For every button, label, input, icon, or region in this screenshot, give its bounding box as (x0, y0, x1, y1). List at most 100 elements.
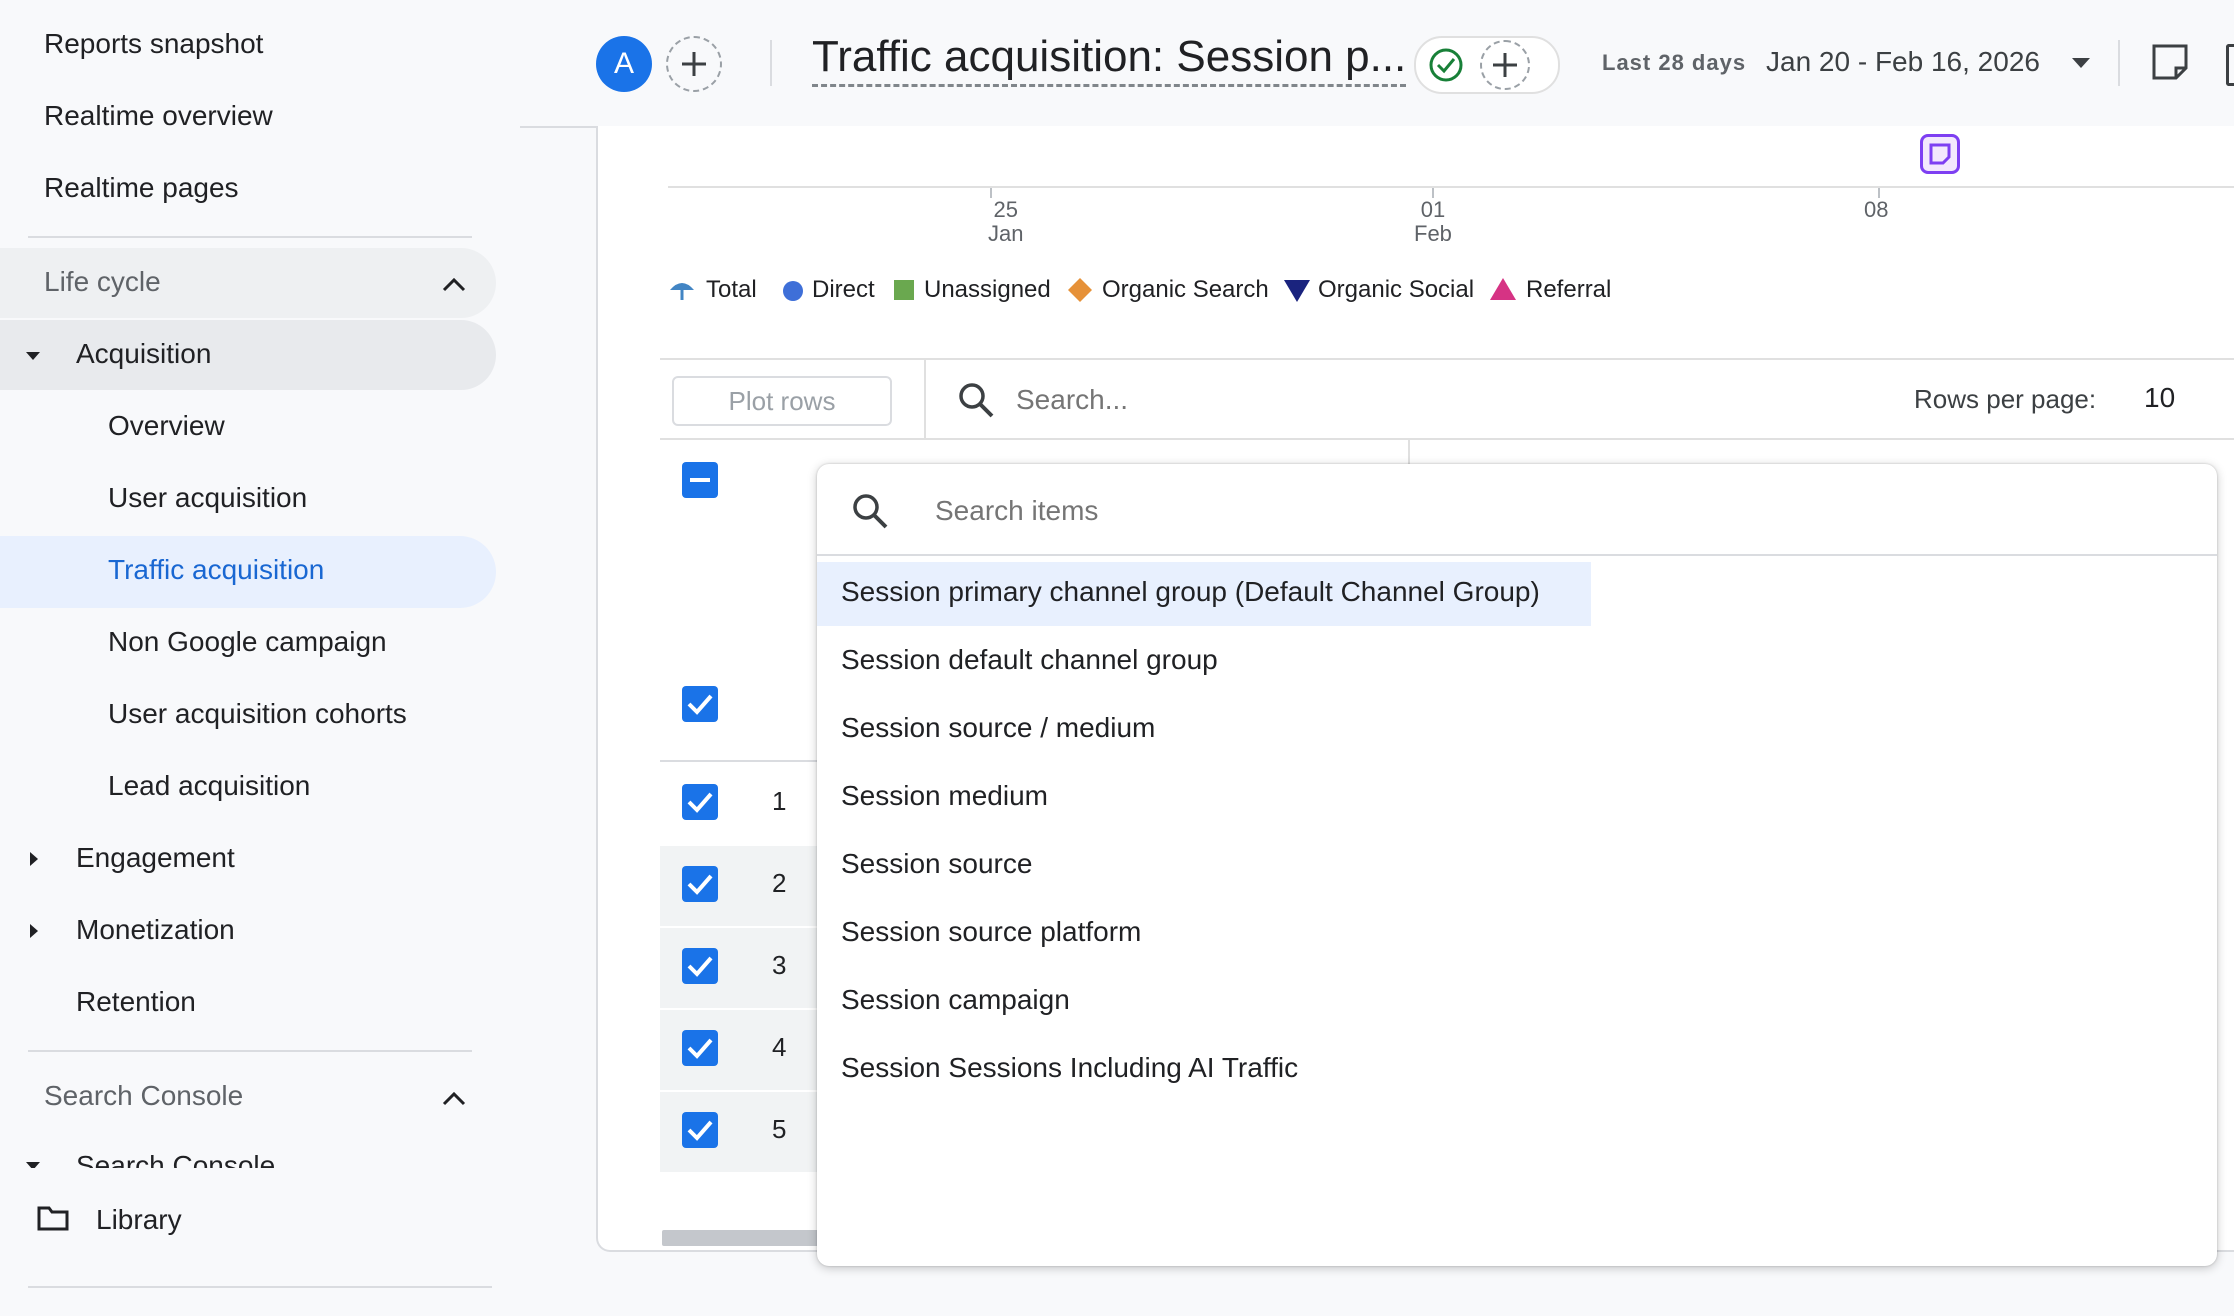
nav-divider (28, 236, 472, 238)
folder-icon (37, 1206, 69, 1231)
nav-reports-snapshot[interactable]: Reports snapshot (44, 28, 263, 60)
nav-overview[interactable]: Overview (108, 410, 225, 442)
nav-search-console-child-clip: Search Console (0, 1144, 496, 1168)
legend-organic-social[interactable]: Organic Social (1318, 276, 1474, 304)
dropdown-divider (817, 554, 2217, 556)
nav-engagement[interactable]: Engagement (76, 842, 235, 874)
title-actions-pill (1414, 36, 1560, 94)
row-divider (660, 760, 820, 762)
row-checkbox[interactable] (682, 1030, 718, 1066)
caret-down-icon (26, 352, 40, 360)
date-range-value[interactable]: Jan 20 - Feb 16, 2026 (1766, 46, 2040, 78)
nav-divider (28, 1286, 492, 1288)
row-number: 4 (772, 1032, 787, 1062)
page-title[interactable]: Traffic acquisition: Session p... (812, 30, 1407, 87)
check-circle-icon[interactable] (1428, 47, 1464, 83)
nav-non-google-campaign[interactable]: Non Google campaign (108, 626, 387, 658)
nav-library[interactable]: Library (96, 1204, 182, 1236)
table-search-input[interactable] (1014, 378, 1418, 422)
caret-right-icon (30, 852, 38, 866)
row-number: 3 (772, 950, 787, 980)
nav-acquisition-label: Acquisition (76, 338, 212, 369)
legend-unassigned[interactable]: Unassigned (924, 276, 1051, 304)
table-toolbar-border (660, 438, 2234, 440)
legend-direct-icon (783, 281, 803, 301)
nav-monetization[interactable]: Monetization (76, 914, 235, 946)
avatar[interactable]: A (596, 36, 652, 92)
legend-total[interactable]: Total (706, 276, 757, 304)
nav-retention[interactable]: Retention (76, 986, 196, 1018)
legend-organic-search[interactable]: Organic Search (1102, 276, 1269, 304)
row-checkbox[interactable] (682, 866, 718, 902)
add-filter-button[interactable] (1480, 40, 1530, 90)
x-tick-label: 25 Jan (988, 197, 1024, 246)
check-icon (687, 694, 713, 715)
add-comparison-button[interactable] (666, 36, 722, 92)
check-icon (687, 956, 713, 977)
legend-unassigned-icon (894, 280, 914, 300)
header-divider (2118, 40, 2120, 86)
legend-organic-search-icon (1068, 278, 1092, 302)
search-icon (959, 383, 994, 418)
table-top-border (660, 358, 2234, 360)
caret-right-icon (30, 924, 38, 938)
sidebar: Reports snapshot Realtime overview Realt… (0, 0, 520, 1316)
nav-acquisition[interactable] (0, 320, 496, 390)
legend-referral[interactable]: Referral (1526, 276, 1611, 304)
minus-icon (690, 478, 710, 482)
annotation-marker[interactable] (1920, 134, 1960, 174)
header-checkbox[interactable] (682, 686, 718, 722)
insights-note-icon[interactable] (2150, 42, 2190, 82)
search-icon (853, 494, 888, 529)
chevron-up-icon[interactable] (440, 272, 468, 296)
legend-referral-icon (1490, 278, 1516, 300)
chevron-up-icon[interactable] (440, 1086, 468, 1110)
note-icon (1929, 143, 1951, 165)
dropdown-search-input[interactable] (933, 488, 1837, 534)
legend-organic-social-icon (1284, 280, 1310, 302)
horizontal-scrollbar[interactable] (662, 1230, 842, 1246)
dropdown-item-source[interactable]: Session source (841, 848, 1032, 880)
rows-per-page-select[interactable]: 10 (2144, 382, 2175, 414)
nav-user-acquisition-cohorts[interactable]: User acquisition cohorts (108, 698, 407, 730)
nav-divider (28, 1050, 472, 1052)
row-number: 2 (772, 868, 787, 898)
row-checkbox[interactable] (682, 784, 718, 820)
x-tick-label: 08 (1864, 197, 1889, 222)
plus-icon (682, 52, 706, 76)
plus-icon (1493, 53, 1517, 77)
dropdown-arrow-icon[interactable] (2072, 58, 2090, 70)
column-divider (1408, 440, 1410, 466)
header-divider (770, 40, 772, 86)
x-tick-mark (990, 188, 992, 198)
row-checkbox[interactable] (682, 1112, 718, 1148)
legend-total-icon (670, 283, 694, 300)
toolbar-divider (924, 360, 926, 438)
chart-x-axis (668, 186, 2234, 188)
dropdown-item-campaign[interactable]: Session campaign (841, 984, 1070, 1016)
caret-down-icon (26, 1162, 40, 1168)
nav-realtime-overview[interactable]: Realtime overview (44, 100, 273, 132)
report-header: A Traffic acquisition: Session p... Last… (520, 0, 2234, 128)
legend-direct[interactable]: Direct (812, 276, 875, 304)
dropdown-item-source-platform[interactable]: Session source platform (841, 916, 1141, 948)
row-checkbox[interactable] (682, 948, 718, 984)
select-all-checkbox[interactable] (682, 462, 718, 498)
check-icon (687, 1120, 713, 1141)
dropdown-item-source-medium[interactable]: Session source / medium (841, 712, 1155, 744)
dropdown-item-medium[interactable]: Session medium (841, 780, 1048, 812)
search-console-section-header[interactable]: Search Console (44, 1080, 243, 1112)
nav-realtime-pages[interactable]: Realtime pages (44, 172, 239, 204)
dimension-picker-dropdown: Session primary channel group (Default C… (817, 464, 2217, 1266)
plot-rows-button[interactable]: Plot rows (672, 376, 892, 426)
check-icon (687, 874, 713, 895)
dropdown-item-default-channel-group[interactable]: Session default channel group (841, 644, 1218, 676)
nav-lead-acquisition[interactable]: Lead acquisition (108, 770, 310, 802)
lifecycle-label: Life cycle (44, 266, 161, 297)
dropdown-item-primary-channel-group[interactable]: Session primary channel group (Default C… (841, 576, 1540, 608)
row-number: 1 (772, 786, 787, 816)
nav-user-acquisition[interactable]: User acquisition (108, 482, 307, 514)
dropdown-item-ai-traffic[interactable]: Session Sessions Including AI Traffic (841, 1052, 1298, 1084)
share-icon[interactable] (2226, 44, 2234, 86)
nav-search-console-child[interactable]: Search Console (76, 1150, 275, 1168)
